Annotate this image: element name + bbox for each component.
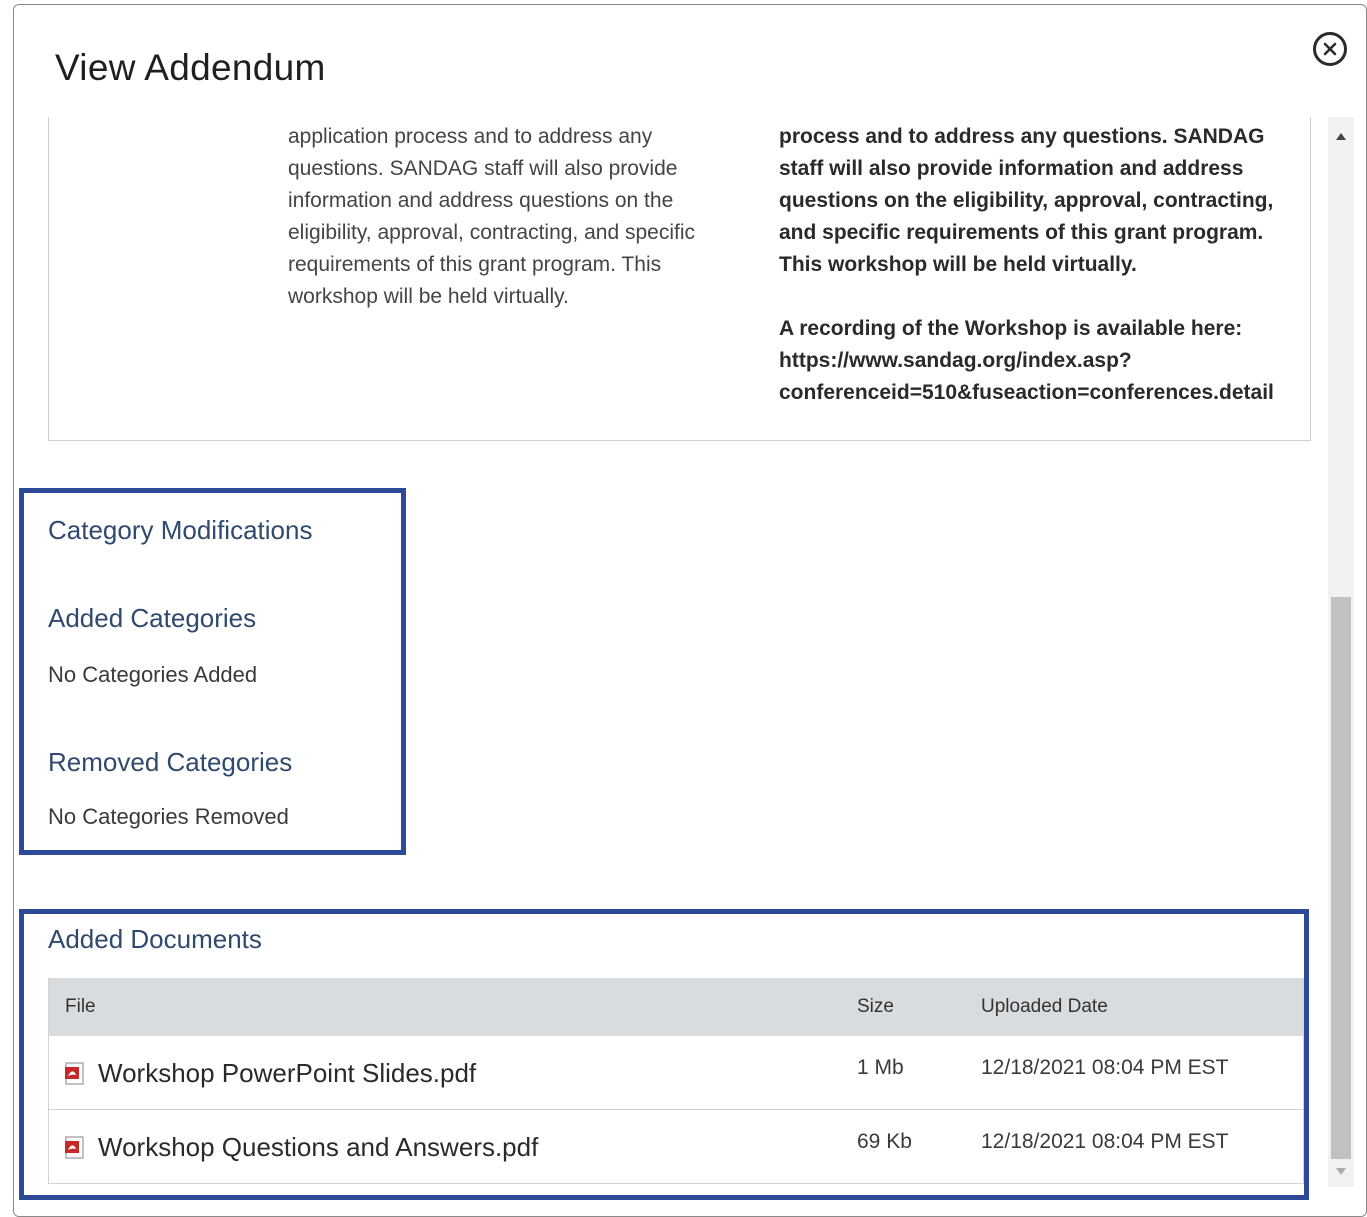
removed-categories-heading: Removed Categories (48, 747, 293, 777)
column-header-file[interactable]: File (65, 996, 96, 1018)
category-modifications-heading: Category Modifications (48, 515, 313, 545)
added-categories-heading: Added Categories (48, 603, 257, 633)
pdf-icon (65, 1135, 84, 1159)
scrollbar-thumb[interactable] (1331, 597, 1351, 1159)
column-header-size[interactable]: Size (857, 996, 894, 1018)
original-description: provide an overview of this call for pro… (288, 125, 695, 308)
document-size: 69 Kb (857, 1130, 912, 1153)
scroll-down-arrow-icon[interactable] (1336, 1168, 1346, 1175)
vertical-scrollbar[interactable] (1328, 117, 1354, 1187)
pdf-icon (65, 1061, 84, 1085)
description-comparison-card: provide an overview of this call for pro… (48, 117, 1311, 441)
modal-body[interactable]: provide an overview of this call for pro… (14, 117, 1366, 1216)
table-row: Workshop Questions and Answers.pdf 69 Kb… (49, 1110, 1303, 1184)
updated-description: overview of this call for projects and a… (779, 117, 1307, 409)
workshop-recording-link-text: A recording of the Workshop is available… (779, 317, 1274, 404)
category-modifications-section: Category Modifications Added Categories … (19, 488, 406, 855)
table-header: File Size Uploaded Date (49, 978, 1303, 1036)
document-link[interactable]: Workshop PowerPoint Slides.pdf (65, 1058, 476, 1089)
added-documents-heading: Added Documents (48, 924, 262, 954)
table-row: Workshop PowerPoint Slides.pdf 1 Mb 12/1… (49, 1036, 1303, 1110)
addendum-modal: View Addendum provide an overview of thi… (13, 4, 1367, 1217)
updated-description-paragraph: overview of this call for projects and a… (779, 125, 1274, 276)
close-icon (1323, 42, 1337, 56)
documents-table: File Size Uploaded Date Workshop PowerPo… (48, 978, 1304, 1184)
added-categories-value: No Categories Added (48, 662, 258, 687)
added-documents-section: Added Documents File Size Uploaded Date … (19, 909, 1309, 1200)
modal-title: View Addendum (55, 47, 326, 88)
scroll-up-arrow-icon[interactable] (1336, 133, 1346, 140)
column-header-uploaded-date[interactable]: Uploaded Date (981, 996, 1108, 1018)
document-name: Workshop Questions and Answers.pdf (98, 1132, 539, 1162)
close-button[interactable] (1313, 32, 1347, 66)
document-uploaded-date: 12/18/2021 08:04 PM EST (981, 1056, 1229, 1079)
removed-categories-value: No Categories Removed (48, 804, 289, 829)
document-size: 1 Mb (857, 1056, 904, 1079)
document-uploaded-date: 12/18/2021 08:04 PM EST (981, 1130, 1229, 1153)
document-link[interactable]: Workshop Questions and Answers.pdf (65, 1132, 538, 1163)
document-name: Workshop PowerPoint Slides.pdf (98, 1058, 477, 1088)
